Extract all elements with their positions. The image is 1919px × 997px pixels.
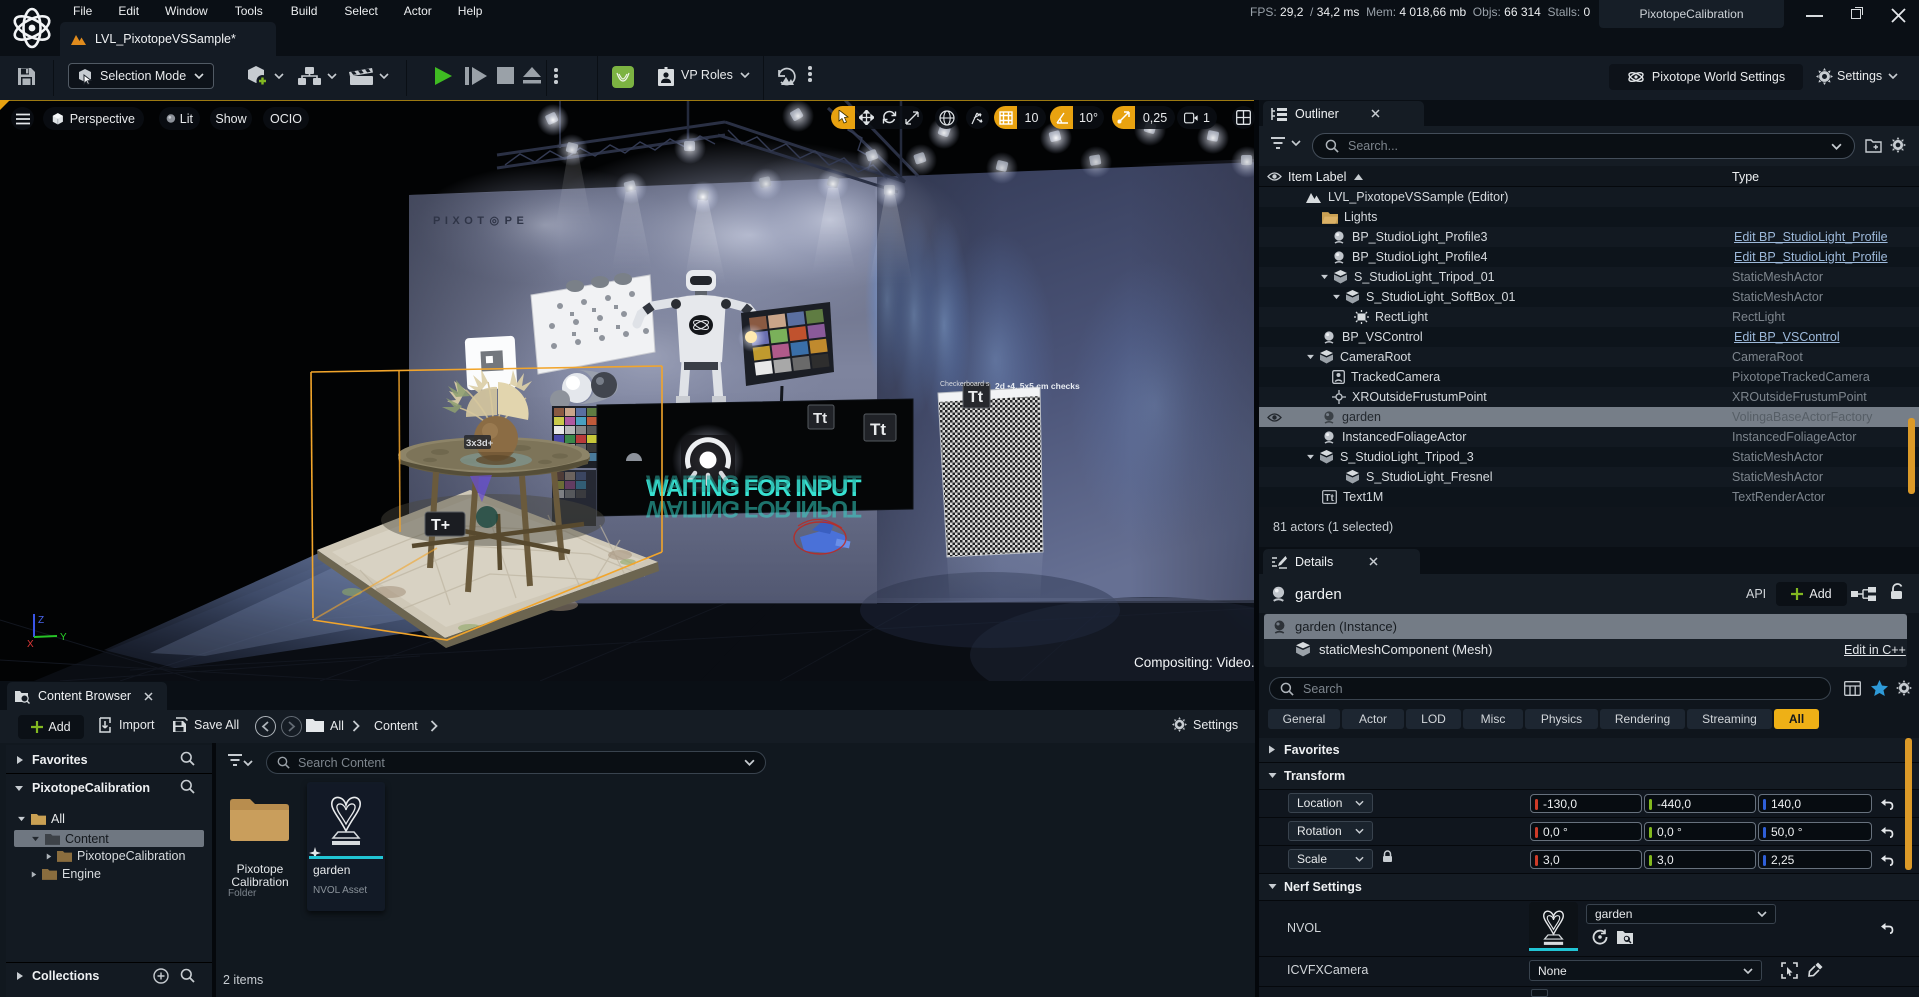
svg-text:Y: Y bbox=[60, 632, 67, 643]
svg-text:WAITING FOR INPUT: WAITING FOR INPUT bbox=[646, 495, 862, 522]
svg-text:Tt: Tt bbox=[968, 389, 984, 406]
svg-text:Tt: Tt bbox=[813, 410, 827, 427]
svg-text:WAITING FOR INPUT: WAITING FOR INPUT bbox=[646, 471, 862, 498]
svg-text:Compositing: Video.: Compositing: Video. bbox=[1134, 655, 1254, 670]
svg-text:2d •4, 5x5 cm checks: 2d •4, 5x5 cm checks bbox=[995, 381, 1080, 391]
svg-text:Checkerboard s: Checkerboard s bbox=[940, 381, 990, 388]
svg-text:Tt: Tt bbox=[1324, 493, 1334, 504]
svg-text:T+: T+ bbox=[431, 517, 450, 534]
svg-text:Z: Z bbox=[38, 615, 44, 626]
svg-text:Tt: Tt bbox=[870, 420, 886, 439]
svg-text:X: X bbox=[27, 639, 34, 650]
svg-text:3x3d+: 3x3d+ bbox=[466, 438, 494, 449]
